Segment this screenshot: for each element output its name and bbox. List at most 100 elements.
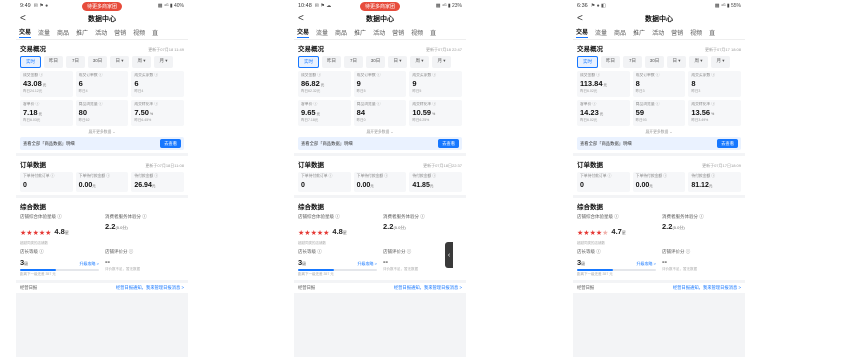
filter-chip[interactable]: 日 ▾ <box>388 56 407 68</box>
daily-report-link[interactable]: 经营日报通知，我来管理日报消息 > <box>394 285 462 291</box>
metric-card[interactable]: 商品浏览量 ⓘ 80 昨日62 <box>75 100 129 126</box>
view-button[interactable]: 去查看 <box>160 139 181 148</box>
store-star-rating[interactable]: 店铺综合体验星级 ⓘ ★★★★★ 4.8星 超越同类的店铺数 <box>20 214 99 246</box>
filter-chip[interactable]: 周 ▾ <box>410 56 429 68</box>
tab-item[interactable]: 交易 <box>576 27 589 38</box>
filter-chip[interactable]: 30日 <box>366 56 385 68</box>
metric-card[interactable]: 客单价 ⓘ 7.18元 昨日6.03元 <box>20 100 73 126</box>
filter-chip[interactable]: 昨日 <box>322 56 341 68</box>
tab-item[interactable]: 活动 <box>652 28 664 37</box>
metric-card[interactable]: 成交买家数 ⓘ 6 昨日4 <box>131 71 184 97</box>
metric-card[interactable]: 客单价 ⓘ 9.65元 昨日7.18元 <box>298 100 351 126</box>
order-metric-card[interactable]: 下单待付款金额 ⓘ 0.00元 <box>632 172 686 192</box>
metric-card[interactable]: 成交订单数 ⓘ 8 昨日3 <box>632 71 686 97</box>
metric-card[interactable]: 成交订单数 ⓘ 9 昨日5 <box>353 71 407 97</box>
notification-pill[interactable]: 待更多商家团 <box>359 2 401 11</box>
order-metric-card[interactable]: 下单待付款订单 ⓘ 0 <box>577 172 630 192</box>
filter-chip[interactable]: 30日 <box>88 56 107 68</box>
view-button[interactable]: 去查看 <box>717 139 738 148</box>
upgrade-guide-link[interactable]: 升级攻略 > <box>80 261 99 267</box>
filter-chip[interactable]: 7日 <box>344 56 363 68</box>
order-metric-card[interactable]: 待付款金额 ⓘ 81.12元 <box>688 172 741 192</box>
tab-item[interactable]: 流量 <box>595 28 607 37</box>
tab-item[interactable]: 活动 <box>373 28 385 37</box>
tab-item[interactable]: 交易 <box>19 27 32 38</box>
filter-chip[interactable]: 30日 <box>645 56 664 68</box>
filter-chip[interactable]: 实时 <box>577 56 598 68</box>
back-arrow-icon[interactable]: < <box>577 13 583 24</box>
order-metric-card[interactable]: 下单待付款金额 ⓘ 0.00元 <box>353 172 407 192</box>
metric-card[interactable]: 成交买家数 ⓘ 9 昨日5 <box>409 71 462 97</box>
filter-chip[interactable]: 实时 <box>20 56 41 68</box>
filter-chip[interactable]: 实时 <box>298 56 319 68</box>
service-score[interactable]: 消费者服务体验分 ⓘ 2.2(5.0分) <box>662 214 741 246</box>
order-metric-card[interactable]: 下单待付款金额 ⓘ 0.00元 <box>75 172 129 192</box>
metric-card[interactable]: 成交买家数 ⓘ 8 昨日3 <box>688 71 741 97</box>
store-star-rating[interactable]: 店铺综合体验星级 ⓘ ★★★★★ 4.8星 超越同类的店铺数 <box>298 214 377 246</box>
filter-chip[interactable]: 昨日 <box>44 56 63 68</box>
service-score[interactable]: 消费者服务体验分 ⓘ 2.2(5.0分) <box>105 214 184 246</box>
tab-item[interactable]: 交易 <box>297 27 310 38</box>
tab-item[interactable]: 推广 <box>354 28 366 37</box>
tab-item[interactable]: 活动 <box>95 28 107 37</box>
back-arrow-icon[interactable]: < <box>20 13 26 24</box>
store-level[interactable]: 店长等级 ⓘ 3级 升级攻略 > 距离下一级还差 357 元 <box>577 249 656 277</box>
tab-item[interactable]: 营销 <box>671 28 683 37</box>
metric-card[interactable]: 商品浏览量 ⓘ 84 昨日0 <box>353 100 407 126</box>
tab-item[interactable]: 营销 <box>114 28 126 37</box>
filter-chip[interactable]: 月 ▾ <box>432 56 451 68</box>
tab-item[interactable]: 直 <box>709 28 715 37</box>
tab-item[interactable]: 视频 <box>690 28 702 37</box>
tab-item[interactable]: 商品 <box>335 28 347 37</box>
metric-card[interactable]: 成交金额 ⓘ 113.84元 昨日6.02元 <box>577 71 630 97</box>
expand-more-link[interactable]: 展开更多数据 ⌄ <box>20 129 184 135</box>
tab-item[interactable]: 流量 <box>38 28 50 37</box>
metric-card[interactable]: 成交金额 ⓘ 86.82元 昨日62.32元 <box>298 71 351 97</box>
notification-pill[interactable]: 待更多商家团 <box>81 2 123 11</box>
order-metric-card[interactable]: 待付款金额 ⓘ 26.94元 <box>131 172 184 192</box>
metric-card[interactable]: 客单价 ⓘ 14.23元 昨日6.02元 <box>577 100 630 126</box>
store-star-rating[interactable]: 店铺综合体验星级 ⓘ ★★★★★ 4.7星 超越同类的店铺数 <box>577 214 656 246</box>
filter-chip[interactable]: 昨日 <box>601 56 620 68</box>
tab-item[interactable]: 推广 <box>76 28 88 37</box>
tab-item[interactable]: 直 <box>152 28 158 37</box>
tab-item[interactable]: 营销 <box>392 28 404 37</box>
tab-item[interactable]: 商品 <box>57 28 69 37</box>
expand-more-link[interactable]: 展开更多数据 ⌄ <box>298 129 462 135</box>
store-review-score[interactable]: 店铺评价分 ⓘ -- 评价数不足，暂无数据 <box>105 249 184 277</box>
tab-item[interactable]: 视频 <box>411 28 423 37</box>
metric-card[interactable]: 商品浏览量 ⓘ 59 昨日93 <box>632 100 686 126</box>
filter-chip[interactable]: 月 ▾ <box>711 56 730 68</box>
metric-card[interactable]: 成交转化率 ⓘ 10.59% 昨日6.25% <box>409 100 462 126</box>
daily-report-link[interactable]: 经营日报通知，我来管理日报消息 > <box>116 285 184 291</box>
view-button[interactable]: 去查看 <box>438 139 459 148</box>
order-metric-card[interactable]: 待付款金额 ⓘ 41.85元 <box>409 172 462 192</box>
filter-chip[interactable]: 7日 <box>623 56 642 68</box>
tab-item[interactable]: 流量 <box>316 28 328 37</box>
filter-chip[interactable]: 7日 <box>66 56 85 68</box>
back-arrow-icon[interactable]: < <box>298 13 304 24</box>
filter-chip[interactable]: 月 ▾ <box>154 56 173 68</box>
tab-item[interactable]: 商品 <box>614 28 626 37</box>
filter-chip[interactable]: 周 ▾ <box>689 56 708 68</box>
tab-item[interactable]: 直 <box>430 28 436 37</box>
filter-chip[interactable]: 日 ▾ <box>667 56 686 68</box>
filter-chip[interactable]: 日 ▾ <box>110 56 129 68</box>
store-level[interactable]: 店长等级 ⓘ 3级 升级攻略 > 距离下一级还差 357 元 <box>20 249 99 277</box>
metric-card[interactable]: 成交金额 ⓘ 43.08元 昨日24.12元 <box>20 71 73 97</box>
upgrade-guide-link[interactable]: 升级攻略 > <box>358 261 377 267</box>
metric-card[interactable]: 成交订单数 ⓘ 6 昨日4 <box>75 71 129 97</box>
tab-item[interactable]: 推广 <box>633 28 645 37</box>
store-level[interactable]: 店长等级 ⓘ 3级 升级攻略 > 距离下一级还差 357 元 <box>298 249 377 277</box>
metric-card[interactable]: 成交转化率 ⓘ 7.50% 昨日6.45% <box>131 100 184 126</box>
daily-report-link[interactable]: 经营日报通知，我来管理日报消息 > <box>673 285 741 291</box>
tab-item[interactable]: 视频 <box>133 28 145 37</box>
metric-card[interactable]: 成交转化率 ⓘ 13.56% 昨日3.49% <box>688 100 741 126</box>
filter-chip[interactable]: 周 ▾ <box>132 56 151 68</box>
side-collapse-handle[interactable]: ‹ <box>445 242 453 268</box>
order-metric-card[interactable]: 下单待付款订单 ⓘ 0 <box>298 172 351 192</box>
expand-more-link[interactable]: 展开更多数据 ⌄ <box>577 129 741 135</box>
upgrade-guide-link[interactable]: 升级攻略 > <box>637 261 656 267</box>
order-metric-card[interactable]: 下单待付款订单 ⓘ 0 <box>20 172 73 192</box>
store-review-score[interactable]: 店铺评价分 ⓘ -- 评价数不足，暂无数据 <box>662 249 741 277</box>
